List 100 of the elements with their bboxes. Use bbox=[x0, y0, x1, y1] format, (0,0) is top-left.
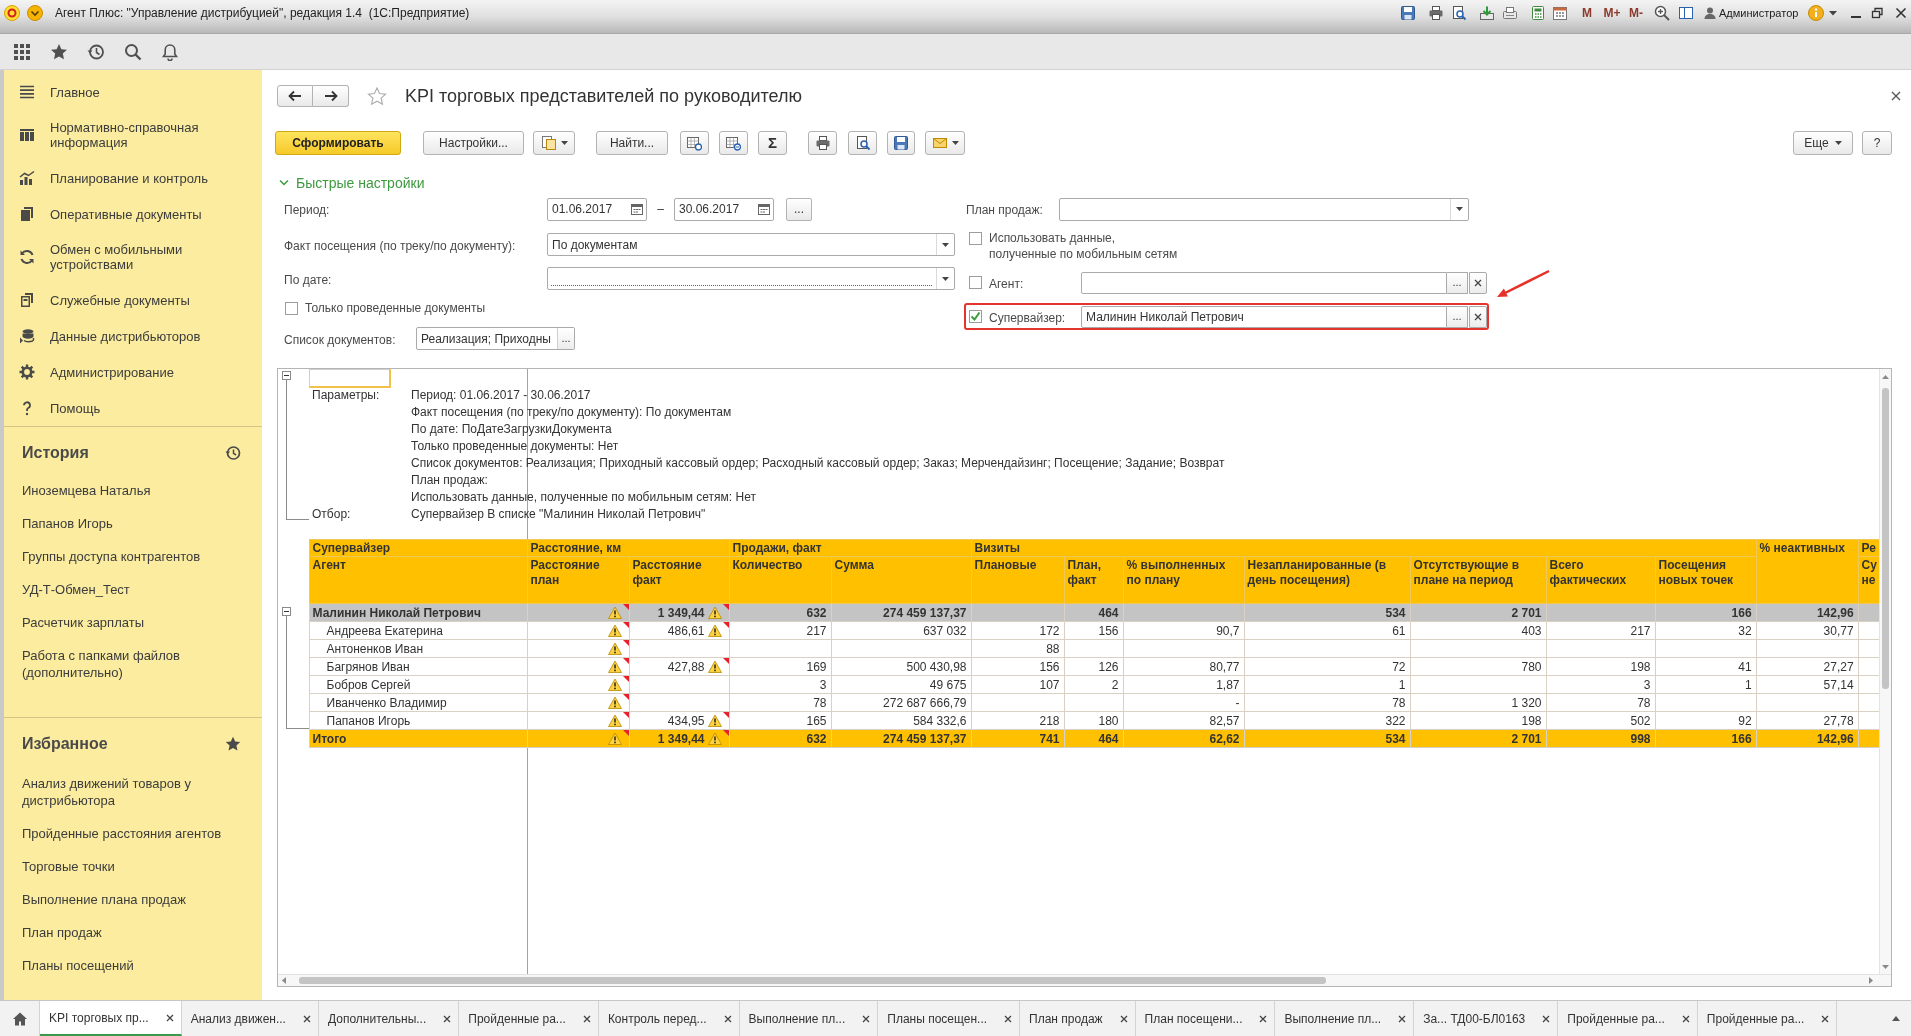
scrollbar-thumb[interactable] bbox=[299, 977, 1326, 984]
find-button[interactable]: Найти... bbox=[596, 131, 668, 155]
favorite-item[interactable]: Торговые точки bbox=[22, 858, 115, 875]
clear-button[interactable] bbox=[1469, 271, 1487, 294]
close-icon[interactable] bbox=[862, 1014, 871, 1023]
tab[interactable]: Выполнение пл... bbox=[1275, 1001, 1415, 1036]
select-button[interactable]: ... bbox=[1447, 305, 1468, 328]
tab[interactable]: Выполнение пл... bbox=[739, 1001, 879, 1036]
clear-button[interactable] bbox=[1469, 305, 1487, 328]
bell-icon[interactable] bbox=[161, 42, 179, 61]
select-field[interactable] bbox=[547, 267, 955, 290]
scroll-right-icon[interactable] bbox=[1869, 977, 1873, 984]
input-field[interactable]: Малинин Николай Петрович bbox=[1081, 305, 1447, 328]
help-button[interactable]: ? bbox=[1862, 131, 1892, 155]
toolbar-button[interactable] bbox=[719, 131, 748, 155]
sidebar-item[interactable]: Администрирование bbox=[4, 354, 262, 390]
checkbox[interactable] bbox=[969, 276, 982, 289]
sidebar-item[interactable]: Данные дистрибьюторов bbox=[4, 318, 262, 354]
history-icon[interactable] bbox=[87, 42, 105, 61]
history-item[interactable]: Группы доступа контрагентов bbox=[22, 548, 201, 565]
history-item[interactable]: Работа с папками файлов (дополнительно) bbox=[22, 647, 242, 681]
calendar-icon[interactable] bbox=[758, 203, 770, 215]
close-icon[interactable] bbox=[1259, 1014, 1268, 1023]
calculator-icon[interactable] bbox=[1530, 5, 1546, 21]
memory-button[interactable]: M- bbox=[1627, 5, 1645, 21]
scroll-down-icon[interactable] bbox=[1882, 965, 1889, 969]
more-button[interactable]: Еще bbox=[1793, 131, 1853, 155]
select-button[interactable]: ... bbox=[1447, 271, 1468, 294]
collapse-icon[interactable] bbox=[282, 371, 291, 380]
checkbox[interactable] bbox=[969, 232, 982, 245]
print-preview-icon[interactable] bbox=[1451, 5, 1467, 21]
settings-button[interactable]: Настройки... bbox=[423, 131, 524, 155]
apps-grid-icon[interactable] bbox=[13, 42, 31, 61]
memory-button[interactable]: M bbox=[1580, 5, 1594, 21]
close-icon[interactable] bbox=[582, 1014, 591, 1023]
save-button[interactable] bbox=[887, 131, 915, 155]
user-button[interactable]: Администратор bbox=[1704, 5, 1799, 21]
star-icon[interactable] bbox=[367, 86, 387, 106]
close-icon[interactable] bbox=[1398, 1014, 1407, 1023]
preview-button[interactable] bbox=[848, 131, 877, 155]
favorite-item[interactable]: Выполнение плана продаж bbox=[22, 891, 186, 908]
history-icon[interactable] bbox=[225, 445, 241, 461]
home-icon[interactable] bbox=[11, 1010, 28, 1027]
tab[interactable]: Планы посещен... bbox=[878, 1001, 1021, 1036]
scroll-left-icon[interactable] bbox=[282, 977, 286, 984]
date-field[interactable]: 01.06.2017 bbox=[547, 197, 647, 221]
star-icon[interactable] bbox=[225, 736, 241, 752]
close-icon[interactable] bbox=[165, 1013, 174, 1022]
star-icon[interactable] bbox=[50, 42, 68, 61]
sidebar-item[interactable]: Служебные документы bbox=[4, 282, 262, 318]
sidebar-item[interactable]: Планирование и контроль bbox=[4, 160, 262, 196]
caret-down-icon[interactable] bbox=[942, 276, 949, 281]
sidebar-item[interactable]: Обмен с мобильными устройствами bbox=[4, 232, 262, 282]
input-field[interactable] bbox=[1081, 271, 1447, 294]
date-field[interactable]: 30.06.2017 bbox=[674, 197, 774, 221]
caret-down-icon[interactable] bbox=[1456, 207, 1463, 211]
vertical-scrollbar[interactable] bbox=[1879, 369, 1891, 974]
tab[interactable]: Пройденные ра... bbox=[1558, 1001, 1698, 1036]
print-icon[interactable] bbox=[1428, 5, 1444, 21]
tab[interactable]: Пройденные ра... bbox=[1697, 1001, 1838, 1036]
main-menu-icon[interactable] bbox=[27, 5, 43, 21]
export-icon[interactable] bbox=[1479, 5, 1495, 21]
toolbar-button[interactable] bbox=[680, 131, 709, 155]
select-button[interactable]: ... bbox=[557, 328, 574, 349]
collapse-icon[interactable] bbox=[282, 607, 291, 616]
favorite-item[interactable]: Пройденные расстояния агентов bbox=[22, 825, 222, 842]
search-icon[interactable] bbox=[124, 42, 142, 61]
forward-button[interactable] bbox=[313, 85, 349, 107]
close-icon[interactable] bbox=[1542, 1014, 1551, 1023]
history-item[interactable]: Иноземцева Наталья bbox=[22, 482, 151, 499]
history-item[interactable]: Папанов Игорь bbox=[22, 515, 113, 532]
tab[interactable]: Дополнительны... bbox=[318, 1001, 460, 1036]
checkbox[interactable] bbox=[969, 310, 982, 323]
close-icon[interactable] bbox=[1681, 1014, 1690, 1023]
tab[interactable]: Пройденные ра... bbox=[459, 1001, 599, 1036]
close-icon[interactable] bbox=[723, 1014, 732, 1023]
history-item[interactable]: УД-Т-Обмен_Тест bbox=[22, 581, 130, 598]
select-button[interactable]: ... bbox=[786, 197, 812, 221]
sidebar-item[interactable]: Нормативно-справочная информация bbox=[4, 110, 262, 160]
close-icon[interactable] bbox=[1004, 1014, 1013, 1023]
close-icon[interactable] bbox=[1895, 7, 1908, 19]
tab[interactable]: KPI торговых пр... bbox=[40, 1001, 182, 1036]
tab[interactable]: Контроль перед... bbox=[598, 1001, 740, 1036]
close-icon[interactable] bbox=[1119, 1014, 1128, 1023]
sidebar-item[interactable]: Главное bbox=[4, 74, 262, 110]
tab[interactable]: План посещени... bbox=[1135, 1001, 1276, 1036]
caret-up-icon[interactable] bbox=[1892, 1016, 1900, 1021]
restore-icon[interactable] bbox=[1871, 7, 1884, 19]
select-field[interactable]: По документам bbox=[547, 233, 955, 256]
scroll-up-icon[interactable] bbox=[1882, 375, 1889, 379]
caret-down-icon[interactable] bbox=[942, 242, 949, 247]
zoom-icon[interactable] bbox=[1654, 5, 1670, 21]
quick-settings-toggle[interactable]: Быстрые настройки bbox=[279, 175, 425, 191]
close-icon[interactable] bbox=[1821, 1014, 1830, 1023]
save-icon[interactable] bbox=[1400, 5, 1416, 21]
favorite-item[interactable]: План продаж bbox=[22, 924, 102, 941]
scrollbar-thumb[interactable] bbox=[1882, 388, 1889, 689]
sidebar-item[interactable]: Оперативные документы bbox=[4, 196, 262, 232]
tab[interactable]: План продаж bbox=[1020, 1001, 1136, 1036]
copy-menu-button[interactable] bbox=[533, 131, 575, 155]
